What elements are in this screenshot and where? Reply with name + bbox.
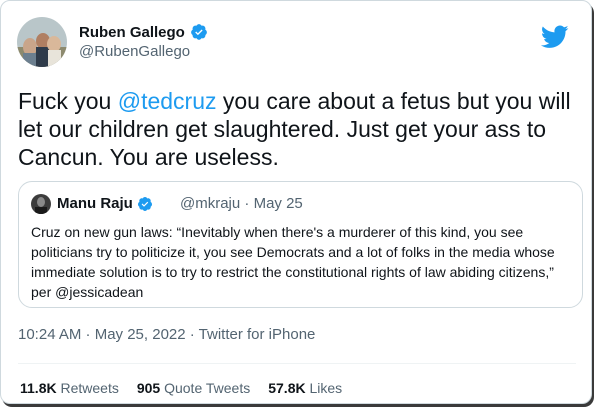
quote-text: Cruz on new gun laws: “Inevitably when t… [31, 224, 555, 300]
quote-author-avatar[interactable] [31, 194, 51, 214]
quote-separator: · [244, 195, 250, 212]
quoted-tweet[interactable]: Manu Raju @mkraju · May 25 Cruz on new g… [18, 181, 583, 308]
mention-link[interactable]: @tedcruz [118, 88, 217, 114]
quote-tweets-count: 905 [136, 380, 161, 396]
retweets-count: 11.8K [20, 380, 57, 396]
quote-meta: @mkraju · May 25 [180, 195, 303, 212]
author-avatar[interactable] [17, 17, 67, 67]
tweet-timestamp[interactable]: 10:24 AM · May 25, 2022 · Twitter for iP… [18, 326, 315, 343]
twitter-bird-icon[interactable] [540, 25, 569, 49]
author-name[interactable]: Ruben Gallego [79, 24, 185, 41]
author-name-row[interactable]: Ruben Gallego [79, 23, 208, 41]
tweet-text-before: Fuck you [18, 88, 118, 114]
author-handle[interactable]: @RubenGallego [79, 43, 190, 60]
retweets-stat[interactable]: 11.8K Retweets [20, 380, 119, 396]
verified-badge-icon [190, 23, 208, 41]
engagement-stats: 11.8K Retweets 905 Quote Tweets 57.8K Li… [20, 380, 342, 396]
quote-author-name-row[interactable]: Manu Raju [57, 195, 153, 212]
likes-count: 57.8K [268, 380, 306, 396]
likes-stat[interactable]: 57.8K Likes [268, 380, 342, 396]
quote-tweets-label: Quote Tweets [164, 380, 251, 396]
likes-label: Likes [309, 380, 343, 396]
quote-tweets-stat[interactable]: 905 Quote Tweets [137, 380, 250, 396]
quote-author-handle[interactable]: @mkraju [180, 195, 240, 212]
verified-badge-icon [137, 196, 153, 212]
divider [18, 363, 576, 364]
tweet-body: Fuck you @tedcruz you care about a fetus… [18, 87, 578, 171]
retweets-label: Retweets [60, 380, 119, 396]
quote-author-name[interactable]: Manu Raju [57, 195, 133, 212]
quote-date[interactable]: May 25 [254, 195, 303, 212]
tweet-card: Ruben Gallego @RubenGallego Fuck you @te… [0, 0, 592, 404]
